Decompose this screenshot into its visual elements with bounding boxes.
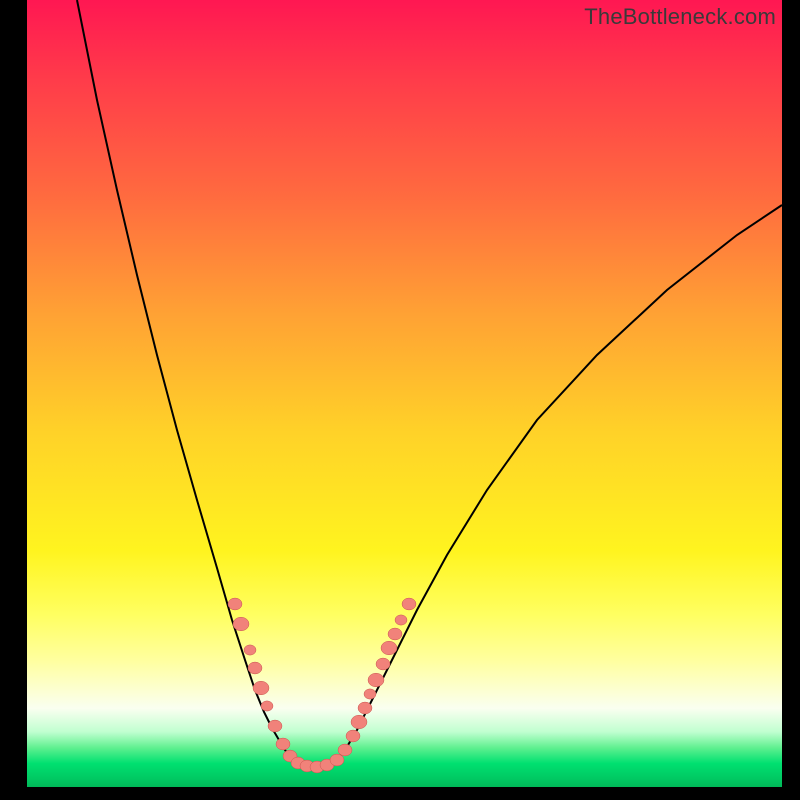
data-point bbox=[402, 598, 416, 610]
data-point bbox=[248, 662, 262, 674]
data-point bbox=[358, 702, 372, 714]
data-point bbox=[388, 628, 402, 640]
data-point bbox=[276, 738, 290, 750]
data-point bbox=[346, 730, 360, 742]
chart-area bbox=[27, 0, 782, 787]
data-point bbox=[395, 615, 407, 625]
data-point bbox=[364, 689, 376, 699]
data-point bbox=[253, 681, 269, 695]
bottleneck-curve bbox=[27, 0, 782, 787]
data-point bbox=[338, 744, 352, 756]
data-point bbox=[261, 701, 273, 711]
data-point bbox=[233, 617, 249, 631]
watermark-text: TheBottleneck.com bbox=[584, 4, 776, 30]
data-point bbox=[381, 641, 397, 655]
data-point bbox=[228, 598, 242, 610]
data-point bbox=[376, 658, 390, 670]
data-point bbox=[351, 715, 367, 729]
data-point bbox=[268, 720, 282, 732]
data-point bbox=[368, 673, 384, 687]
data-point bbox=[244, 645, 256, 655]
data-point bbox=[330, 754, 344, 766]
